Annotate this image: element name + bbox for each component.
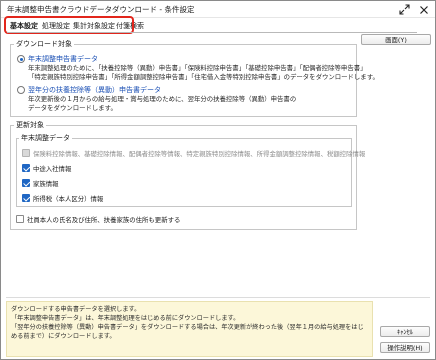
bottom-divider <box>6 297 430 298</box>
checkbox-family-info[interactable] <box>22 179 30 187</box>
help-line-4: める前まで）にダウンロードします。 <box>11 333 116 340</box>
checkbox-family-info-label: 家族情報 <box>33 180 59 188</box>
dialog-window: 年末調整申告書クラウドデータダウンロード - 条件設定 基本設定 処理設定 集計… <box>0 0 436 360</box>
radio-next-year-data[interactable] <box>17 86 25 94</box>
expand-arrows-icon[interactable] <box>395 2 413 17</box>
option-year-end-desc-2: 「特定親族特別控除申告書」「所得金額調整控除申告書」「住宅借入金等特別控除申告書… <box>28 73 379 81</box>
option-next-year-desc-2: データをダウンロードします。 <box>28 104 117 112</box>
close-x-icon[interactable] <box>415 2 433 17</box>
option-next-year-data-label[interactable]: 翌年分の扶養控除等（異動）申告書データ <box>28 85 161 95</box>
checkbox-update-address-label: 社員本人の氏名及び住所、扶養家族の住所も更新する <box>27 216 181 224</box>
screen-button[interactable]: 画面(Y) <box>361 34 431 45</box>
help-text-box: ダウンロードする申告書データを選択します。 「年末調整申告書データ」は、年末調整… <box>6 301 373 357</box>
help-line-2: 「年末調整申告書データ」は、年末調整処理をはじめる前にダウンロードします。 <box>11 315 240 322</box>
year-end-data-sublabel: 年末調整データ <box>19 133 72 143</box>
checkbox-income-tax-info-label: 所得税（本人区分）情報 <box>33 195 104 203</box>
download-target-label: ダウンロード対象 <box>14 39 74 49</box>
checkbox-deduction-info[interactable] <box>22 149 30 157</box>
help-button[interactable]: 操作説明(H) <box>380 342 430 353</box>
checkbox-mid-year-hire-label: 中途入社情報 <box>33 165 72 173</box>
checkbox-income-tax-info[interactable] <box>22 194 30 202</box>
checkbox-update-address[interactable] <box>16 215 24 223</box>
radio-year-end-data[interactable] <box>17 55 25 63</box>
cancel-button[interactable]: ｷｬﾝｾﾙ <box>380 326 430 337</box>
tab-underline <box>7 32 417 33</box>
checkbox-mid-year-hire[interactable] <box>22 164 30 172</box>
help-line-1: ダウンロードする申告書データを選択します。 <box>11 306 141 313</box>
option-year-end-data-label[interactable]: 年末調整申告書データ <box>28 54 98 64</box>
window-title: 年末調整申告書クラウドデータダウンロード - 条件設定 <box>7 5 195 14</box>
update-target-label: 更新対象 <box>14 120 46 130</box>
checkbox-deduction-info-label: 保険料控除情報、基礎控除情報、配偶者控除等情報、特定親族特別控除情報、所得金額調… <box>33 150 366 158</box>
help-line-3: 「翌年分の扶養控除等（異動）申告書データ」をダウンロードする場合は、年次更新が終… <box>11 324 364 331</box>
